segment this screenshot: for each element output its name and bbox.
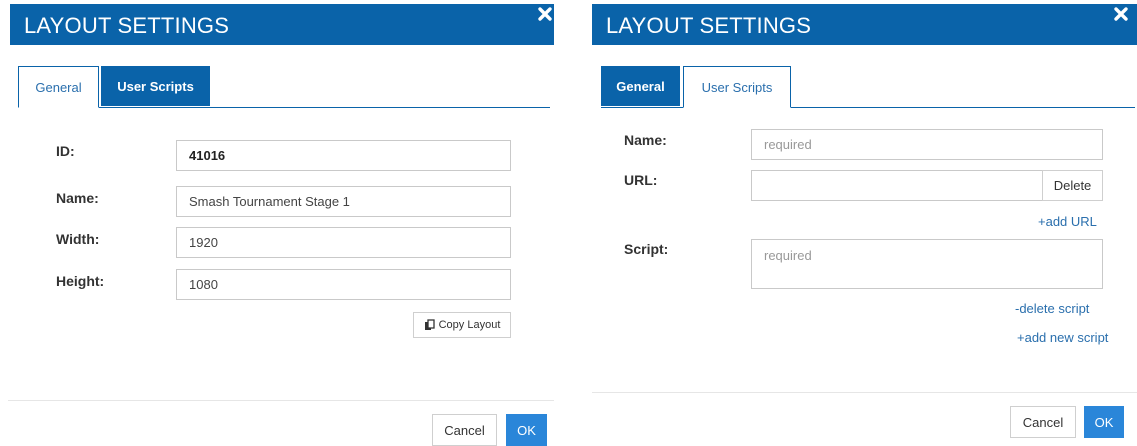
name-label: Name: <box>624 132 667 148</box>
script-label: Script: <box>624 241 669 257</box>
dialog-title: LAYOUT SETTINGS <box>606 13 812 38</box>
cancel-button[interactable]: Cancel <box>1010 406 1076 438</box>
close-icon[interactable] <box>537 6 553 22</box>
name-label: Name: <box>56 190 99 206</box>
copy-layout-label: Copy Layout <box>438 319 501 331</box>
ok-button[interactable]: OK <box>506 414 547 446</box>
copy-layout-button[interactable]: Copy Layout <box>413 312 511 338</box>
delete-label: Delete <box>1053 178 1092 193</box>
footer-divider <box>592 392 1137 393</box>
tab-bar: General User Scripts <box>601 63 1135 108</box>
cancel-button[interactable]: Cancel <box>432 414 497 446</box>
name-field[interactable] <box>751 129 1103 160</box>
width-field[interactable] <box>176 227 511 258</box>
layout-settings-dialog-user-scripts: LAYOUT SETTINGS General User Scripts Nam… <box>587 0 1137 443</box>
tab-user-scripts[interactable]: User Scripts <box>683 66 791 108</box>
dialog-titlebar: LAYOUT SETTINGS <box>10 4 554 45</box>
ok-button[interactable]: OK <box>1084 406 1124 438</box>
layout-settings-dialog-general: LAYOUT SETTINGS General User Scripts ID:… <box>0 0 560 446</box>
url-label: URL: <box>624 172 658 188</box>
add-url-link[interactable]: +add URL <box>1038 214 1097 229</box>
tab-label: User Scripts <box>701 79 773 95</box>
cancel-label: Cancel <box>444 422 485 438</box>
name-field[interactable] <box>176 186 511 217</box>
ok-label: OK <box>1094 414 1114 430</box>
tab-general[interactable]: General <box>18 66 99 108</box>
tab-label: General <box>616 78 665 94</box>
dialog-title: LAYOUT SETTINGS <box>24 13 230 38</box>
footer-divider <box>8 400 554 401</box>
height-field[interactable] <box>176 269 511 300</box>
dialog-titlebar: LAYOUT SETTINGS <box>592 4 1137 45</box>
script-textarea[interactable] <box>751 239 1103 289</box>
width-label: Width: <box>56 231 100 247</box>
tab-label: User Scripts <box>117 78 194 94</box>
id-field[interactable] <box>176 140 511 171</box>
url-field[interactable] <box>751 170 1044 201</box>
add-new-script-link[interactable]: +add new script <box>1017 330 1108 345</box>
delete-url-button[interactable]: Delete <box>1042 170 1103 201</box>
close-icon[interactable] <box>1113 6 1129 22</box>
cancel-label: Cancel <box>1022 414 1064 430</box>
tab-label: General <box>35 79 82 95</box>
ok-label: OK <box>517 422 536 438</box>
tab-general[interactable]: General <box>601 66 680 106</box>
height-label: Height: <box>56 273 105 289</box>
id-label: ID: <box>56 143 75 159</box>
tab-bar: General User Scripts <box>18 63 550 108</box>
delete-script-link[interactable]: -delete script <box>1015 301 1089 316</box>
tab-user-scripts[interactable]: User Scripts <box>101 66 210 106</box>
copy-icon <box>424 319 435 330</box>
